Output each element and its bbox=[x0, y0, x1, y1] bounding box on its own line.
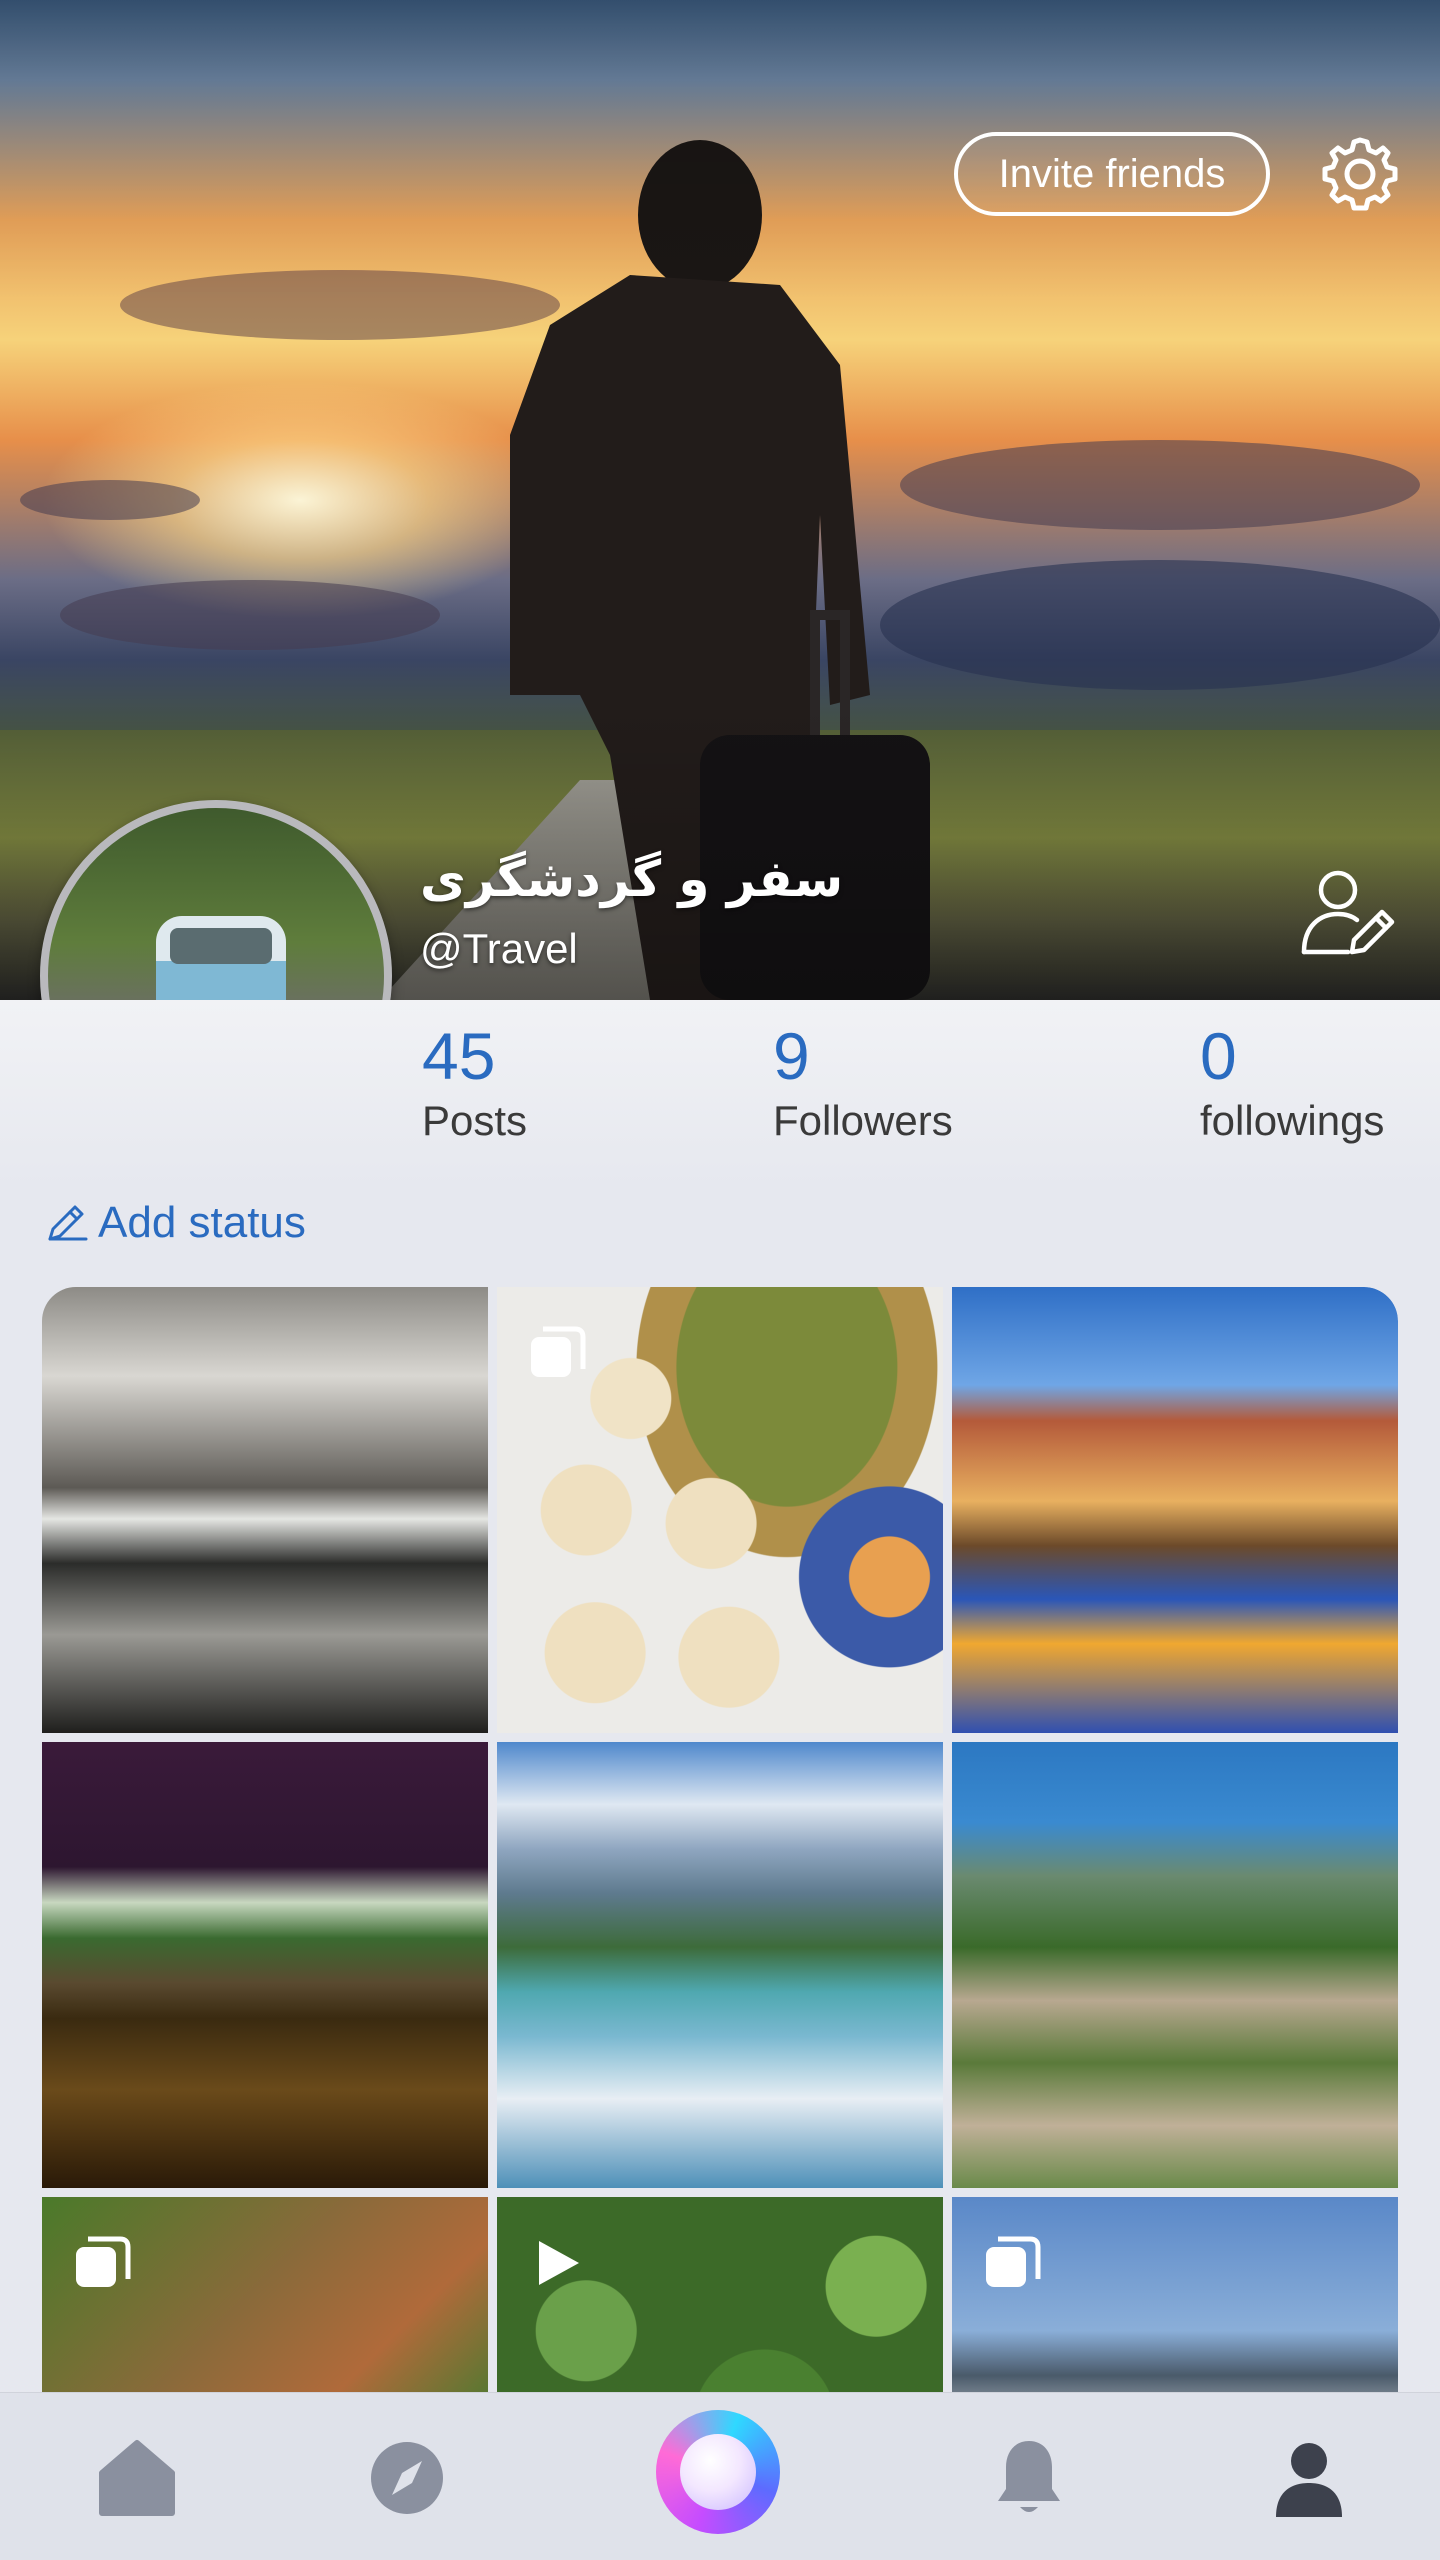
compass-icon[interactable] bbox=[362, 2433, 452, 2523]
stat-followers-count: 9 bbox=[773, 1019, 810, 1093]
add-status-label: Add status bbox=[98, 1198, 306, 1247]
post-tile[interactable] bbox=[497, 1287, 943, 1733]
stat-followings-count: 0 bbox=[1200, 1019, 1237, 1093]
pencil-icon bbox=[48, 1205, 88, 1241]
multi-image-icon bbox=[986, 2236, 1041, 2287]
profile-name: سفر و گردشگری bbox=[420, 850, 844, 908]
multi-image-icon bbox=[531, 1326, 586, 1377]
multi-image-icon bbox=[76, 2236, 131, 2287]
stat-posts-count: 45 bbox=[422, 1019, 496, 1093]
profile-icon[interactable] bbox=[1264, 2433, 1354, 2523]
orb-button[interactable] bbox=[656, 2410, 780, 2534]
user-edit-icon[interactable] bbox=[1296, 862, 1396, 962]
post-tile[interactable] bbox=[497, 1742, 943, 2188]
invite-friends-button[interactable]: Invite friends bbox=[954, 132, 1270, 216]
post-tile[interactable] bbox=[42, 1287, 488, 1733]
post-tile[interactable] bbox=[497, 2197, 943, 2392]
stat-followings[interactable]: 0 followings bbox=[1200, 1016, 1384, 1146]
post-tile[interactable] bbox=[952, 1742, 1398, 2188]
post-tile[interactable] bbox=[952, 1287, 1398, 1733]
post-tile[interactable] bbox=[42, 2197, 488, 2392]
profile-handle: @Travel bbox=[420, 925, 578, 972]
stat-posts[interactable]: 45 Posts bbox=[422, 1016, 527, 1146]
add-status-button[interactable]: Add status bbox=[44, 1198, 306, 1248]
home-icon[interactable] bbox=[92, 2433, 182, 2523]
stat-followers[interactable]: 9 Followers bbox=[773, 1016, 953, 1146]
post-tile[interactable] bbox=[42, 1742, 488, 2188]
post-tile[interactable] bbox=[952, 2197, 1398, 2392]
stat-followings-label: followings bbox=[1200, 1097, 1385, 1144]
bell-icon[interactable] bbox=[984, 2433, 1074, 2523]
gear-icon[interactable] bbox=[1318, 132, 1402, 216]
stat-posts-label: Posts bbox=[422, 1097, 528, 1144]
posts-grid bbox=[42, 1287, 1398, 2392]
stat-followers-label: Followers bbox=[773, 1097, 953, 1144]
play-icon bbox=[539, 2241, 579, 2285]
